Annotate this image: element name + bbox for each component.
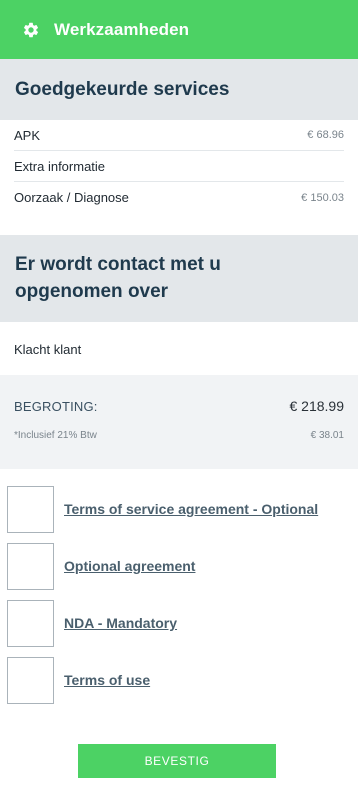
confirm-button[interactable]: BEVESTIG [78, 744, 276, 778]
page-title: Werkzaamheden [54, 19, 190, 39]
agreement-nda: NDA - Mandatory [7, 599, 337, 647]
approved-services-list: APK € 68.96 Extra informatie Oorzaak / D… [0, 120, 358, 213]
vat-label: *Inclusief 21% Btw [14, 430, 97, 441]
service-label: Extra informatie [14, 158, 106, 174]
agreement-link[interactable]: Optional agreement [64, 558, 195, 574]
budget-panel: BEGROTING: € 218.99 *Inclusief 21% Btw €… [0, 375, 358, 469]
approved-services-header: Goedgekeurde services [0, 59, 358, 120]
service-row-diagnosis: Oorzaak / Diagnose € 150.03 [14, 182, 344, 213]
agreement-terms-of-service: Terms of service agreement - Optional [7, 485, 337, 533]
contact-item-complaint: Klacht klant [14, 342, 82, 357]
service-amount: € 68.96 [307, 129, 344, 141]
agreement-checkbox[interactable] [7, 656, 54, 704]
service-row-apk: APK € 68.96 [14, 120, 344, 151]
gear-icon[interactable] [22, 21, 40, 39]
agreement-link[interactable]: NDA - Mandatory [64, 615, 177, 631]
agreement-link[interactable]: Terms of use [64, 672, 150, 688]
budget-total: € 218.99 [289, 398, 345, 414]
agreement-checkbox[interactable] [7, 542, 54, 590]
agreement-link[interactable]: Terms of service agreement - Optional [64, 501, 318, 517]
agreement-terms-of-use: Terms of use [7, 656, 337, 704]
contact-heading-line1: Er wordt contact met u [15, 254, 221, 275]
agreement-checkbox[interactable] [7, 485, 54, 533]
agreement-optional: Optional agreement [7, 542, 337, 590]
approved-services-heading: Goedgekeurde services [15, 79, 230, 100]
budget-label: BEGROTING: [14, 399, 98, 414]
contact-heading-line2: opgenomen over [15, 281, 169, 302]
service-amount: € 150.03 [301, 191, 344, 204]
service-label: Oorzaak / Diagnose [14, 190, 129, 205]
app-header: Werkzaamheden [0, 0, 358, 59]
agreement-checkbox[interactable] [7, 599, 54, 647]
service-row-extra-info[interactable]: Extra informatie [14, 151, 344, 182]
service-label: APK [14, 127, 41, 143]
vat-amount: € 38.01 [310, 430, 344, 441]
contact-section-header: Er wordt contact met u opgenomen over [0, 235, 358, 322]
